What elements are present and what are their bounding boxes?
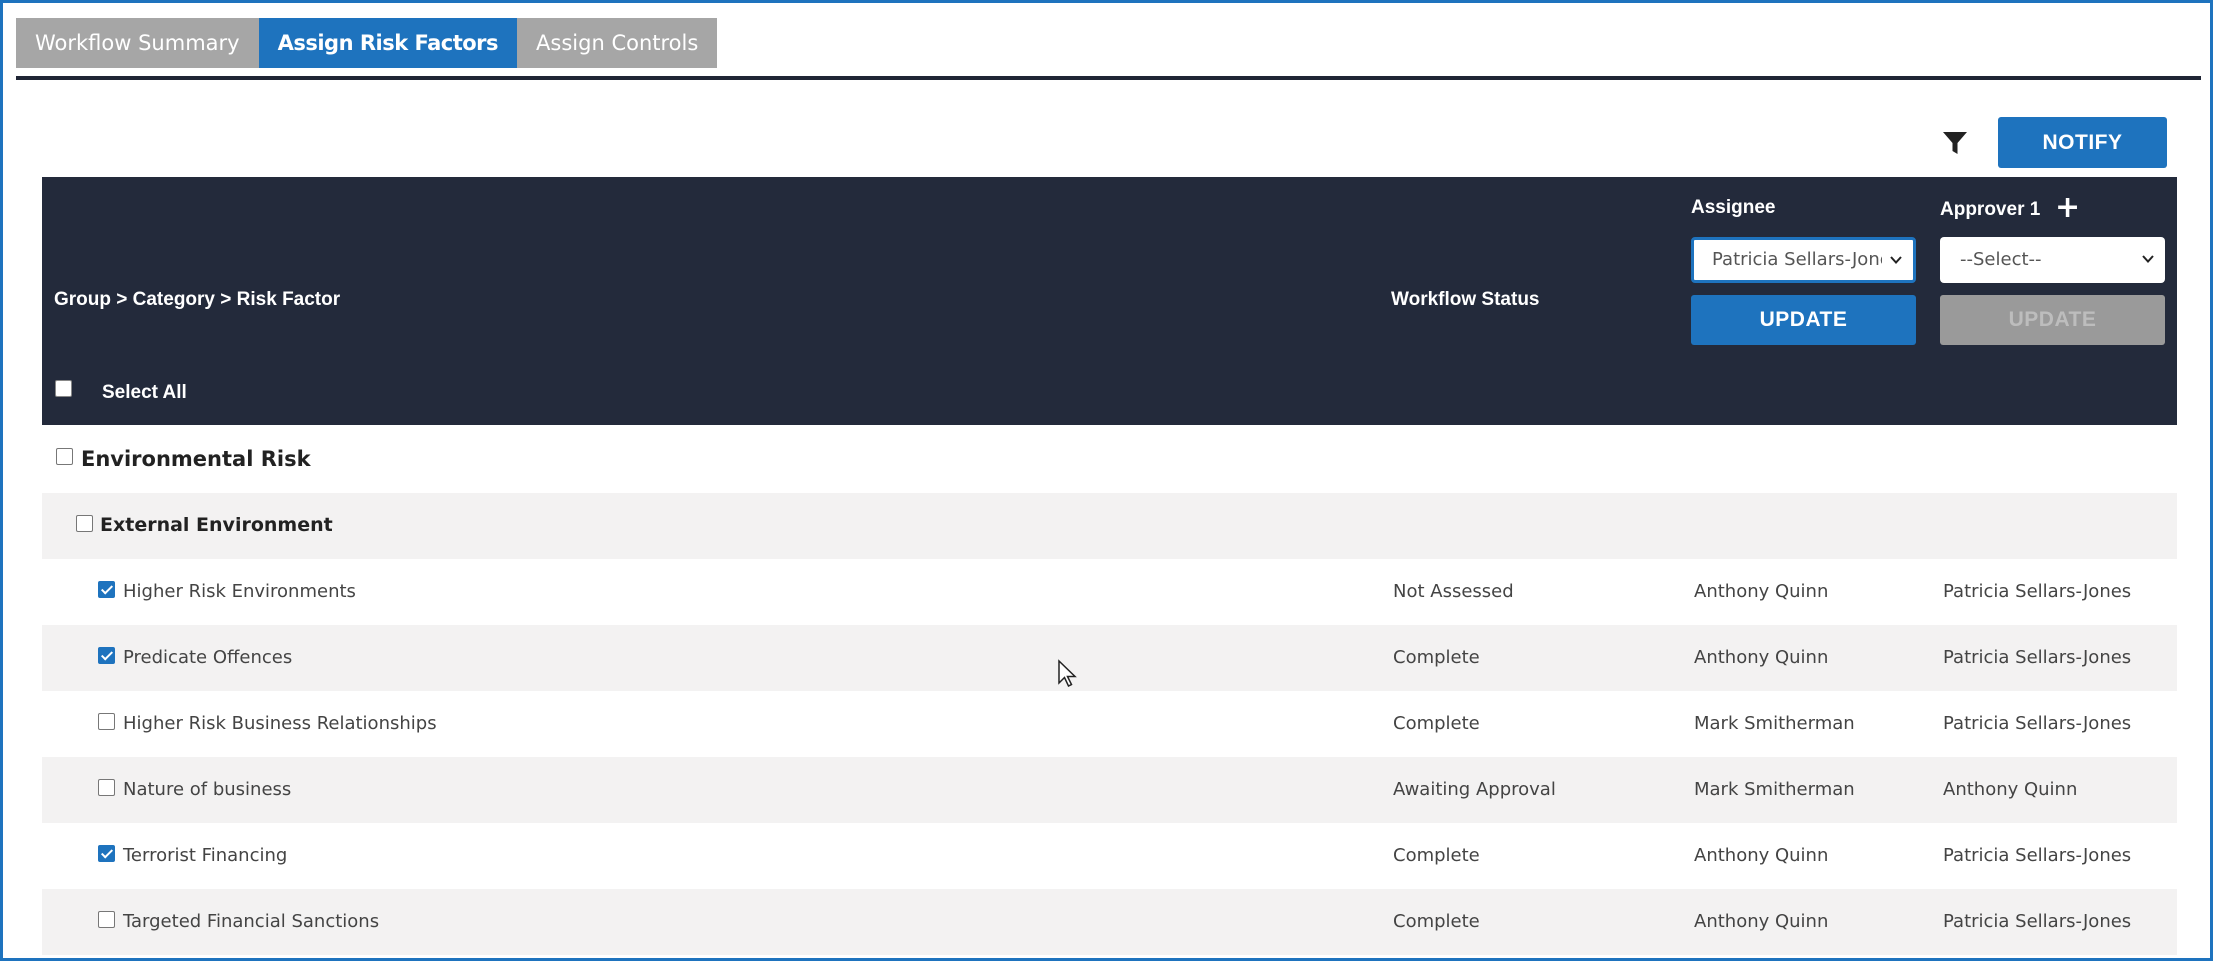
workflow-status: Complete xyxy=(1393,647,1480,668)
tab-divider xyxy=(16,76,2201,80)
table-row: Predicate Offences Complete Anthony Quin… xyxy=(42,625,2177,691)
row-checkbox[interactable] xyxy=(98,713,115,730)
workflow-status: Awaiting Approval xyxy=(1393,779,1556,800)
update-approver-button: UPDATE xyxy=(1940,295,2165,345)
update-assignee-button[interactable]: UPDATE xyxy=(1691,295,1916,345)
column-header-workflow-status: Workflow Status xyxy=(1391,289,1540,310)
approver-select-value: --Select-- xyxy=(1960,249,2042,270)
approver-name: Patricia Sellars-Jones xyxy=(1943,911,2132,932)
category-row: External Environment xyxy=(42,493,2177,559)
risk-factor-name: Terrorist Financing xyxy=(123,845,288,866)
row-checkbox[interactable] xyxy=(98,911,115,928)
category-checkbox[interactable] xyxy=(76,515,93,532)
table-row: Higher Risk Environments Not Assessed An… xyxy=(42,559,2177,625)
column-header-approver: Approver 1 xyxy=(1940,199,2041,220)
filter-icon[interactable] xyxy=(1941,129,1969,157)
approver-name: Patricia Sellars-Jones xyxy=(1943,581,2132,602)
assignee-select-value: Patricia Sellars-Jones xyxy=(1712,249,1882,270)
approver-select[interactable]: --Select-- xyxy=(1940,237,2165,283)
select-all-checkbox[interactable] xyxy=(55,380,72,397)
risk-factor-name: Targeted Financial Sanctions xyxy=(123,911,380,932)
row-checkbox[interactable] xyxy=(98,845,115,862)
assignee-select[interactable]: Patricia Sellars-Jones xyxy=(1691,237,1916,283)
row-checkbox[interactable] xyxy=(98,647,115,664)
assignee-name: Anthony Quinn xyxy=(1694,581,1829,602)
assignee-name: Anthony Quinn xyxy=(1694,647,1829,668)
tab-assign-controls[interactable]: Assign Controls xyxy=(517,18,718,68)
assignee-name: Mark Smitherman xyxy=(1694,779,1855,800)
approver-name: Patricia Sellars-Jones xyxy=(1943,845,2132,866)
tab-assign-risk-factors[interactable]: Assign Risk Factors xyxy=(258,18,518,68)
risk-factor-name: Predicate Offences xyxy=(123,647,293,668)
assignee-name: Mark Smitherman xyxy=(1694,713,1855,734)
table-row: Terrorist Financing Complete Anthony Qui… xyxy=(42,823,2177,889)
risk-factor-name: Nature of business xyxy=(123,779,292,800)
app-window: Workflow Summary Assign Risk Factors Ass… xyxy=(0,0,2213,961)
group-checkbox[interactable] xyxy=(56,448,73,465)
risk-factor-name: Higher Risk Business Relationships xyxy=(123,713,437,734)
group-row: Environmental Risk xyxy=(42,427,2177,493)
workflow-status: Complete xyxy=(1393,911,1480,932)
assignee-name: Anthony Quinn xyxy=(1694,845,1829,866)
table-header: Group > Category > Risk Factor Workflow … xyxy=(42,177,2177,425)
row-checkbox[interactable] xyxy=(98,779,115,796)
assignee-name: Anthony Quinn xyxy=(1694,911,1829,932)
group-label: Environmental Risk xyxy=(81,447,311,471)
notify-button[interactable]: NOTIFY xyxy=(1998,117,2167,168)
column-header-assignee: Assignee xyxy=(1691,197,1776,218)
approver-name: Patricia Sellars-Jones xyxy=(1943,647,2132,668)
tab-bar: Workflow Summary Assign Risk Factors Ass… xyxy=(16,18,718,68)
workflow-status: Complete xyxy=(1393,713,1480,734)
chevron-down-icon xyxy=(2142,255,2154,263)
mouse-cursor-icon xyxy=(1058,659,1077,688)
workflow-status: Complete xyxy=(1393,845,1480,866)
approver-name: Anthony Quinn xyxy=(1943,779,2078,800)
workflow-status: Not Assessed xyxy=(1393,581,1514,602)
chevron-down-icon xyxy=(1890,256,1902,264)
approver-name: Patricia Sellars-Jones xyxy=(1943,713,2132,734)
table-row: Nature of business Awaiting Approval Mar… xyxy=(42,757,2177,823)
select-all-label: Select All xyxy=(102,382,187,403)
table-row: Higher Risk Business Relationships Compl… xyxy=(42,691,2177,757)
table-row: Targeted Financial Sanctions Complete An… xyxy=(42,889,2177,955)
category-label: External Environment xyxy=(100,514,333,536)
tab-workflow-summary[interactable]: Workflow Summary xyxy=(16,18,259,68)
row-checkbox[interactable] xyxy=(98,581,115,598)
risk-factor-name: Higher Risk Environments xyxy=(123,581,356,602)
column-header-risk-factor: Group > Category > Risk Factor xyxy=(54,289,341,310)
add-approver-icon[interactable]: + xyxy=(2055,191,2080,225)
